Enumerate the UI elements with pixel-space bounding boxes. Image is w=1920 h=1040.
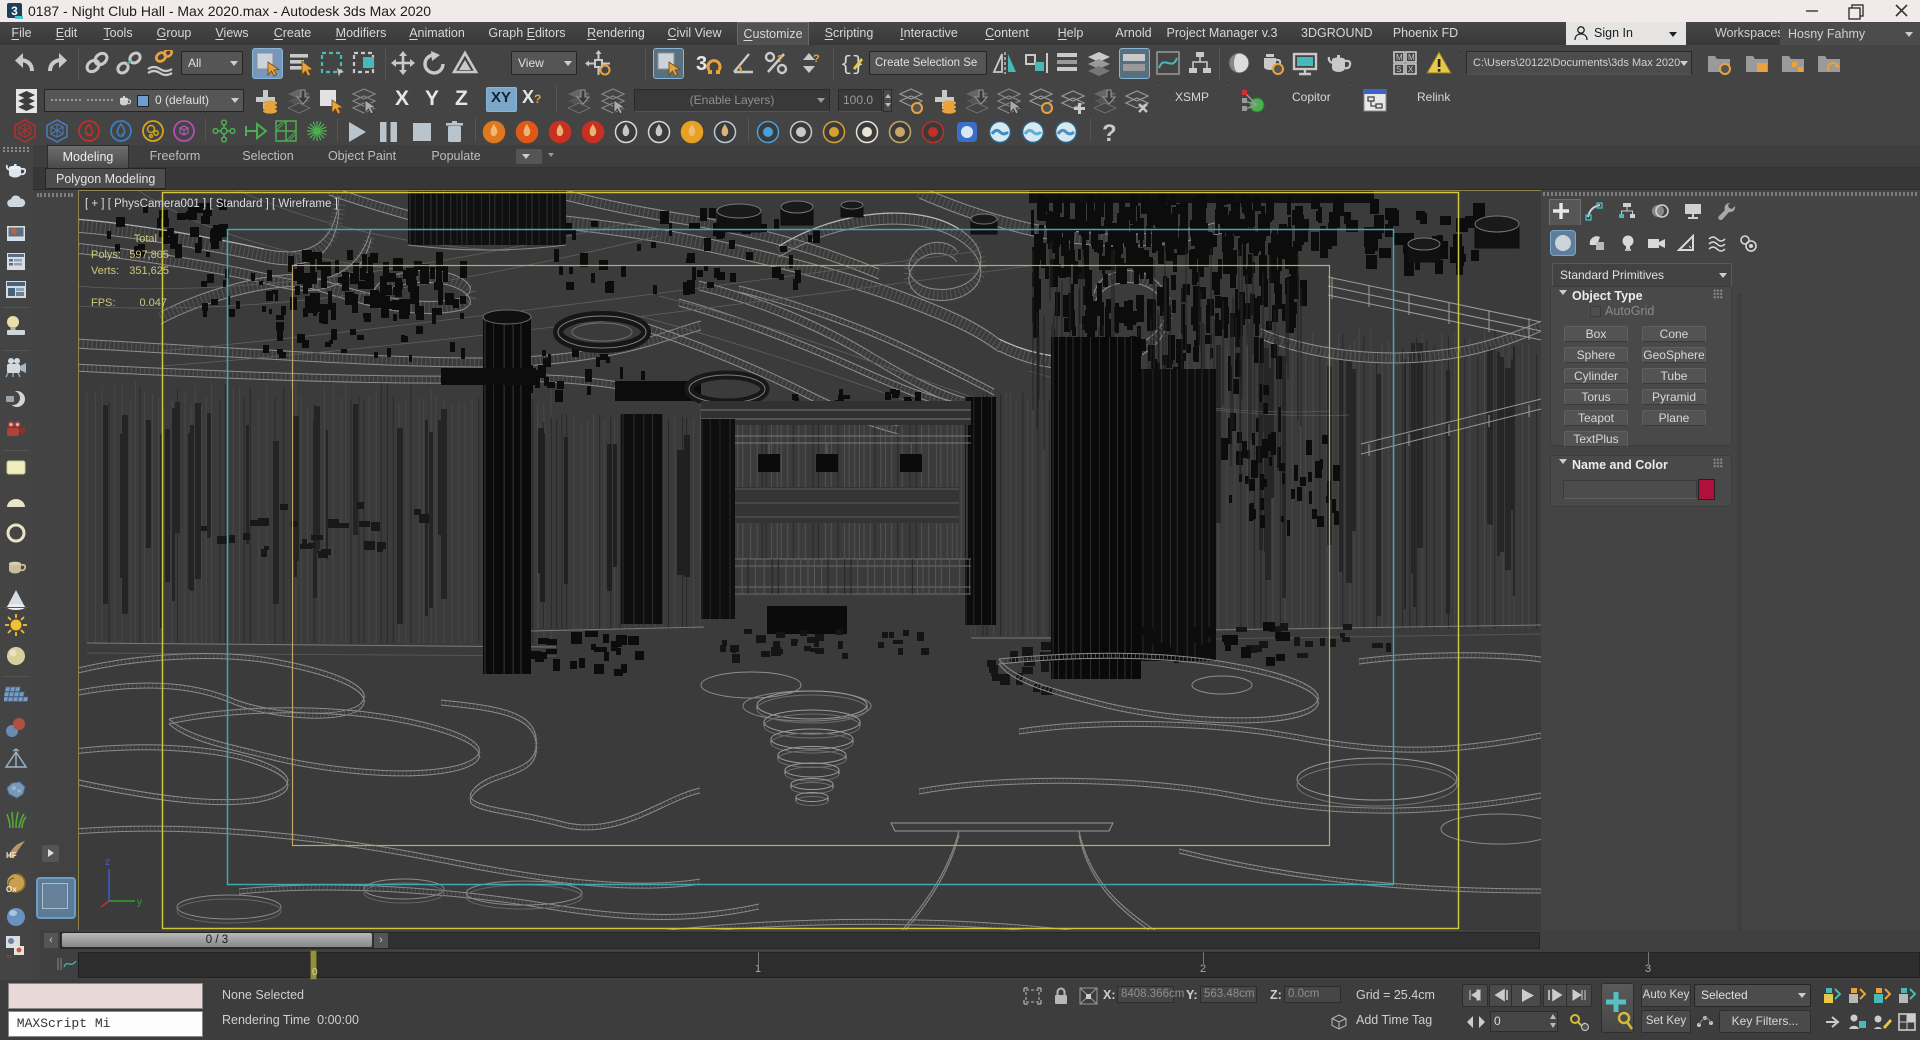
svg-text:HF: HF xyxy=(6,851,17,860)
svg-text:?: ? xyxy=(777,54,783,65)
svg-text:M: M xyxy=(1408,53,1415,62)
svg-text:?: ? xyxy=(1102,120,1117,145)
svg-text:?: ? xyxy=(813,53,820,65)
svg-text:{}: {} xyxy=(840,54,864,77)
svg-text:M: M xyxy=(1396,53,1403,62)
svg-text:X: X xyxy=(1408,65,1414,74)
svg-text:3: 3 xyxy=(11,4,18,18)
svg-text:y: y xyxy=(137,897,142,908)
svg-text:Ox: Ox xyxy=(6,885,17,894)
svg-text:z: z xyxy=(105,857,110,868)
svg-text:3: 3 xyxy=(696,53,707,75)
svg-text:S: S xyxy=(1396,65,1401,74)
